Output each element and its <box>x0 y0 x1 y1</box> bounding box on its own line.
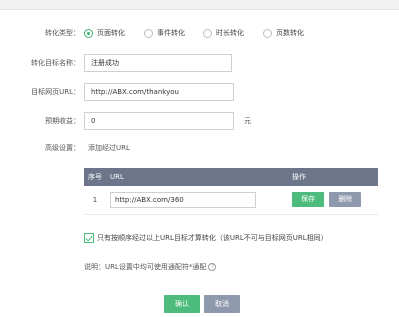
radio-icon <box>263 28 272 38</box>
expected-revenue-label: 预期收益： <box>45 117 80 125</box>
radio-icon <box>144 28 153 38</box>
table-header-row: 序号 URL 操作 <box>84 168 378 186</box>
advanced-label: 高级设置： <box>45 144 80 152</box>
table-row: 1 http://ABX.com/360 保存 删除 <box>84 186 378 215</box>
revenue-unit: 元 <box>244 117 251 125</box>
save-button[interactable]: 保存 <box>292 192 324 208</box>
radio-event-conversion[interactable]: 事件转化 <box>144 28 185 38</box>
target-name-label: 转化目标名称： <box>31 59 80 67</box>
order-checkbox-row[interactable]: 只有按顺序经过以上URL目标才算转化（该URL不可与目标网页URL相同） <box>84 233 328 243</box>
radio-label: 事件转化 <box>157 29 185 37</box>
add-url-link[interactable]: 添加经过URL <box>88 143 130 153</box>
target-name-input[interactable]: 注册成功 <box>84 54 232 72</box>
row-index: 1 <box>84 186 106 215</box>
revenue-input[interactable]: 0 <box>84 112 234 130</box>
radio-label: 时长转化 <box>216 29 244 37</box>
checkbox-label: 只有按顺序经过以上URL目标才算转化（该URL不可与目标网页URL相同） <box>97 234 328 242</box>
col-index-header: 序号 <box>88 173 102 181</box>
target-url-label: 目标网页URL： <box>31 88 80 96</box>
radio-label: 页数转化 <box>276 29 304 37</box>
radio-pages-conversion[interactable]: 页数转化 <box>263 28 304 38</box>
radio-page-conversion[interactable]: 页面转化 <box>84 28 125 38</box>
url-table: 序号 URL 操作 1 http://ABX.com/360 保存 删除 <box>84 168 378 215</box>
note-text: 说明：URL设置中均可使用通配符*通配 ? <box>84 262 217 272</box>
help-icon[interactable]: ? <box>208 263 217 271</box>
confirm-button[interactable]: 确认 <box>164 295 200 313</box>
radio-label: 页面转化 <box>97 29 125 37</box>
checkbox-checked-icon[interactable] <box>84 233 94 243</box>
cancel-button[interactable]: 取消 <box>204 295 240 313</box>
row-url-input[interactable]: http://ABX.com/360 <box>110 191 256 208</box>
col-url-header: URL <box>110 173 124 181</box>
note-label: 说明：URL设置中均可使用通配符*通配 <box>84 263 207 271</box>
col-action-header: 操作 <box>292 173 306 181</box>
delete-button[interactable]: 删除 <box>329 192 362 208</box>
radio-duration-conversion[interactable]: 时长转化 <box>203 28 244 38</box>
radio-selected-icon <box>84 28 93 38</box>
target-url-input[interactable]: http://ABX.com/thankyou <box>84 83 234 101</box>
conversion-type-label: 转化类型： <box>45 29 80 37</box>
radio-icon <box>203 28 212 38</box>
dialog-header <box>0 0 399 10</box>
